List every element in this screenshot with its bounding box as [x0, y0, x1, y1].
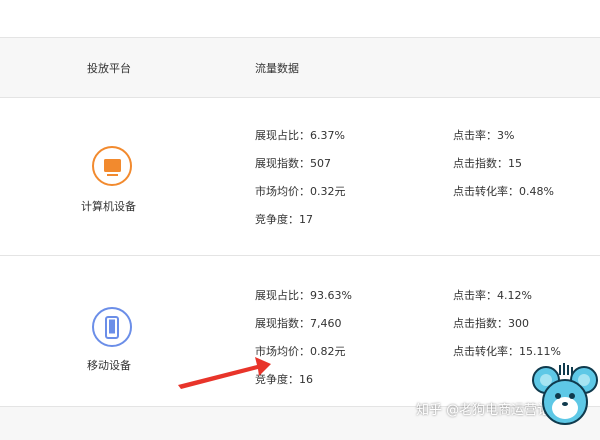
red-arrow-icon	[178, 357, 271, 389]
mouse-mascot-icon	[532, 363, 598, 425]
watermark-text: 知乎 @老狗电商运营记	[416, 403, 551, 418]
